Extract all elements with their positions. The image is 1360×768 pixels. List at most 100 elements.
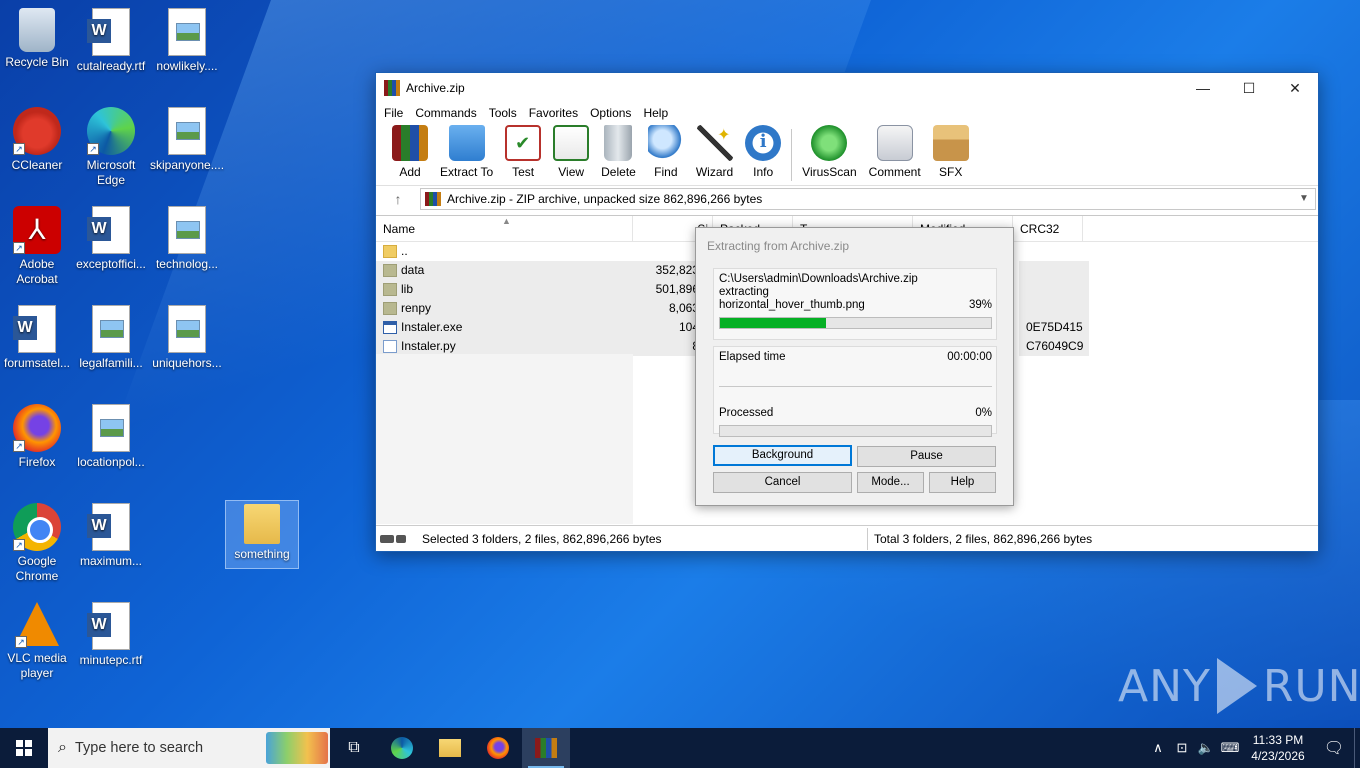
- taskbar-search[interactable]: ⌕ Type here to search: [48, 728, 330, 768]
- test-label: Test: [512, 165, 535, 179]
- extract-to-button[interactable]: Extract To: [436, 125, 497, 179]
- desktop-icon-label: skipanyone....: [150, 158, 225, 172]
- desktop-icon-label: CCleaner: [11, 158, 63, 172]
- magnifier-icon: [647, 125, 684, 161]
- desktop-icon-edge[interactable]: ↗ Microsoft Edge: [74, 107, 148, 188]
- desktop-icon-exceptoffici[interactable]: exceptoffici...: [74, 206, 148, 272]
- desktop-icon-chrome[interactable]: ↗ Google Chrome: [0, 503, 74, 584]
- sfx-label: SFX: [939, 165, 963, 179]
- keyboard-icon[interactable]: ⌨: [1218, 740, 1242, 756]
- file-crc: [1019, 261, 1089, 280]
- taskbar-winrar[interactable]: [522, 728, 570, 768]
- desktop-icon-technolog[interactable]: technolog...: [150, 206, 224, 272]
- image-file-icon: [168, 107, 206, 155]
- desktop-icon-label: nowlikely....: [156, 59, 218, 73]
- current-file-name: horizontal_hover_thumb.png: [719, 299, 865, 311]
- extract-to-label: Extract To: [440, 165, 494, 179]
- desktop-icon-acrobat[interactable]: ↗ Adobe Acrobat: [0, 206, 74, 287]
- sfx-button[interactable]: SFX: [929, 125, 973, 179]
- view-button[interactable]: View: [549, 125, 593, 179]
- taskbar-firefox[interactable]: [474, 728, 522, 768]
- image-file-icon: [168, 305, 206, 353]
- firefox-icon: [487, 737, 509, 759]
- desktop-icon-forumsatel[interactable]: forumsatel...: [0, 305, 74, 371]
- background-button[interactable]: Background: [713, 445, 852, 466]
- menu-favorites[interactable]: Favorites: [523, 106, 584, 120]
- menu-file[interactable]: File: [378, 106, 409, 120]
- processed-percent: 0%: [975, 407, 992, 419]
- taskbar-edge[interactable]: [378, 728, 426, 768]
- title-bar[interactable]: Archive.zip — ☐ ✕: [376, 73, 1318, 103]
- test-button[interactable]: Test: [501, 125, 545, 179]
- menu-bar: File Commands Tools Favorites Options He…: [376, 103, 1318, 123]
- desktop-icon-minutepc[interactable]: minutepc.rtf: [74, 602, 148, 668]
- menu-help[interactable]: Help: [637, 106, 674, 120]
- volume-icon[interactable]: 🔈: [1194, 740, 1218, 756]
- search-placeholder: Type here to search: [74, 740, 204, 756]
- show-desktop-button[interactable]: [1354, 728, 1360, 768]
- desktop-icon-recycle-bin[interactable]: Recycle Bin: [0, 8, 74, 70]
- archive-path: C:\Users\admin\Downloads\Archive.zip: [719, 273, 918, 285]
- acrobat-icon: ↗: [13, 206, 61, 254]
- find-label: Find: [654, 165, 678, 179]
- desktop-icon-vlc[interactable]: ↗ VLC media player: [0, 602, 74, 681]
- desktop-icon-skipanyone[interactable]: skipanyone....: [150, 107, 224, 173]
- desktop-icon-legalfamili[interactable]: legalfamili...: [74, 305, 148, 371]
- minimize-button[interactable]: —: [1180, 73, 1226, 103]
- address-bar: ↑ Archive.zip - ZIP archive, unpacked si…: [376, 185, 1318, 211]
- find-button[interactable]: Find: [644, 125, 688, 179]
- desktop-icon-label: forumsatel...: [3, 356, 71, 370]
- desktop-icon-nowlikely[interactable]: nowlikely....: [150, 8, 224, 74]
- column-crc32[interactable]: CRC32: [1013, 215, 1083, 242]
- mode-button[interactable]: Mode...: [857, 472, 924, 493]
- desktop-icon-locationpol[interactable]: locationpol...: [74, 404, 148, 470]
- delete-label: Delete: [601, 165, 636, 179]
- ccleaner-icon: ↗: [13, 107, 61, 155]
- view-book-icon: [553, 125, 590, 161]
- folder-icon: [383, 302, 397, 315]
- cancel-button[interactable]: Cancel: [713, 472, 852, 493]
- info-button[interactable]: Info: [741, 125, 785, 179]
- py-file-icon: [383, 340, 397, 353]
- desktop-icon-maximum[interactable]: maximum...: [74, 503, 148, 569]
- comment-button[interactable]: Comment: [865, 125, 925, 179]
- delete-button[interactable]: Delete: [597, 125, 640, 179]
- chevron-down-icon[interactable]: ▼: [1299, 193, 1315, 204]
- desktop-icon-label: exceptoffici...: [76, 257, 146, 271]
- pause-button[interactable]: Pause: [857, 446, 996, 467]
- network-icon[interactable]: ⊡: [1170, 740, 1194, 756]
- notification-icon[interactable]: 🗨: [1314, 738, 1354, 758]
- desktop-icon-ccleaner[interactable]: ↗ CCleaner: [0, 107, 74, 173]
- desktop-icon-label: maximum...: [79, 554, 142, 568]
- virusscan-button[interactable]: VirusScan: [798, 125, 860, 179]
- comment-label: Comment: [868, 165, 921, 179]
- desktop-icon-something[interactable]: something: [225, 500, 299, 569]
- menu-commands[interactable]: Commands: [409, 106, 482, 120]
- wizard-button[interactable]: Wizard: [692, 125, 737, 179]
- desktop-icon-label: something: [234, 547, 290, 561]
- clock-date: 4/23/2026: [1251, 749, 1305, 763]
- close-button[interactable]: ✕: [1272, 73, 1318, 103]
- word-doc-icon: [87, 206, 130, 254]
- desktop-icon-uniquehors[interactable]: uniquehors...: [150, 305, 224, 371]
- clock[interactable]: 11:33 PM 4/23/2026: [1242, 732, 1314, 764]
- search-highlight-image: [266, 732, 328, 764]
- edge-icon: ↗: [87, 107, 135, 155]
- desktop-icon-cutalready[interactable]: cutalready.rtf: [74, 8, 148, 74]
- address-box[interactable]: Archive.zip - ZIP archive, unpacked size…: [420, 187, 1316, 210]
- up-arrow-icon[interactable]: ↑: [376, 191, 420, 207]
- chevron-up-icon[interactable]: ∧: [1146, 740, 1170, 756]
- help-button[interactable]: Help: [929, 472, 996, 493]
- maximize-button[interactable]: ☐: [1226, 73, 1272, 103]
- task-view-button[interactable]: ⧉: [330, 728, 378, 768]
- play-icon: [1216, 658, 1257, 714]
- virus-scan-icon: [811, 125, 848, 161]
- taskbar-file-explorer[interactable]: [426, 728, 474, 768]
- menu-options[interactable]: Options: [584, 106, 637, 120]
- desktop-icon-label: locationpol...: [77, 455, 145, 469]
- start-button[interactable]: [0, 728, 48, 768]
- desktop-icon-firefox[interactable]: ↗ Firefox: [0, 404, 74, 470]
- add-button[interactable]: Add: [388, 125, 432, 179]
- menu-tools[interactable]: Tools: [483, 106, 523, 120]
- anyrun-watermark: ANY RUN: [1118, 658, 1360, 714]
